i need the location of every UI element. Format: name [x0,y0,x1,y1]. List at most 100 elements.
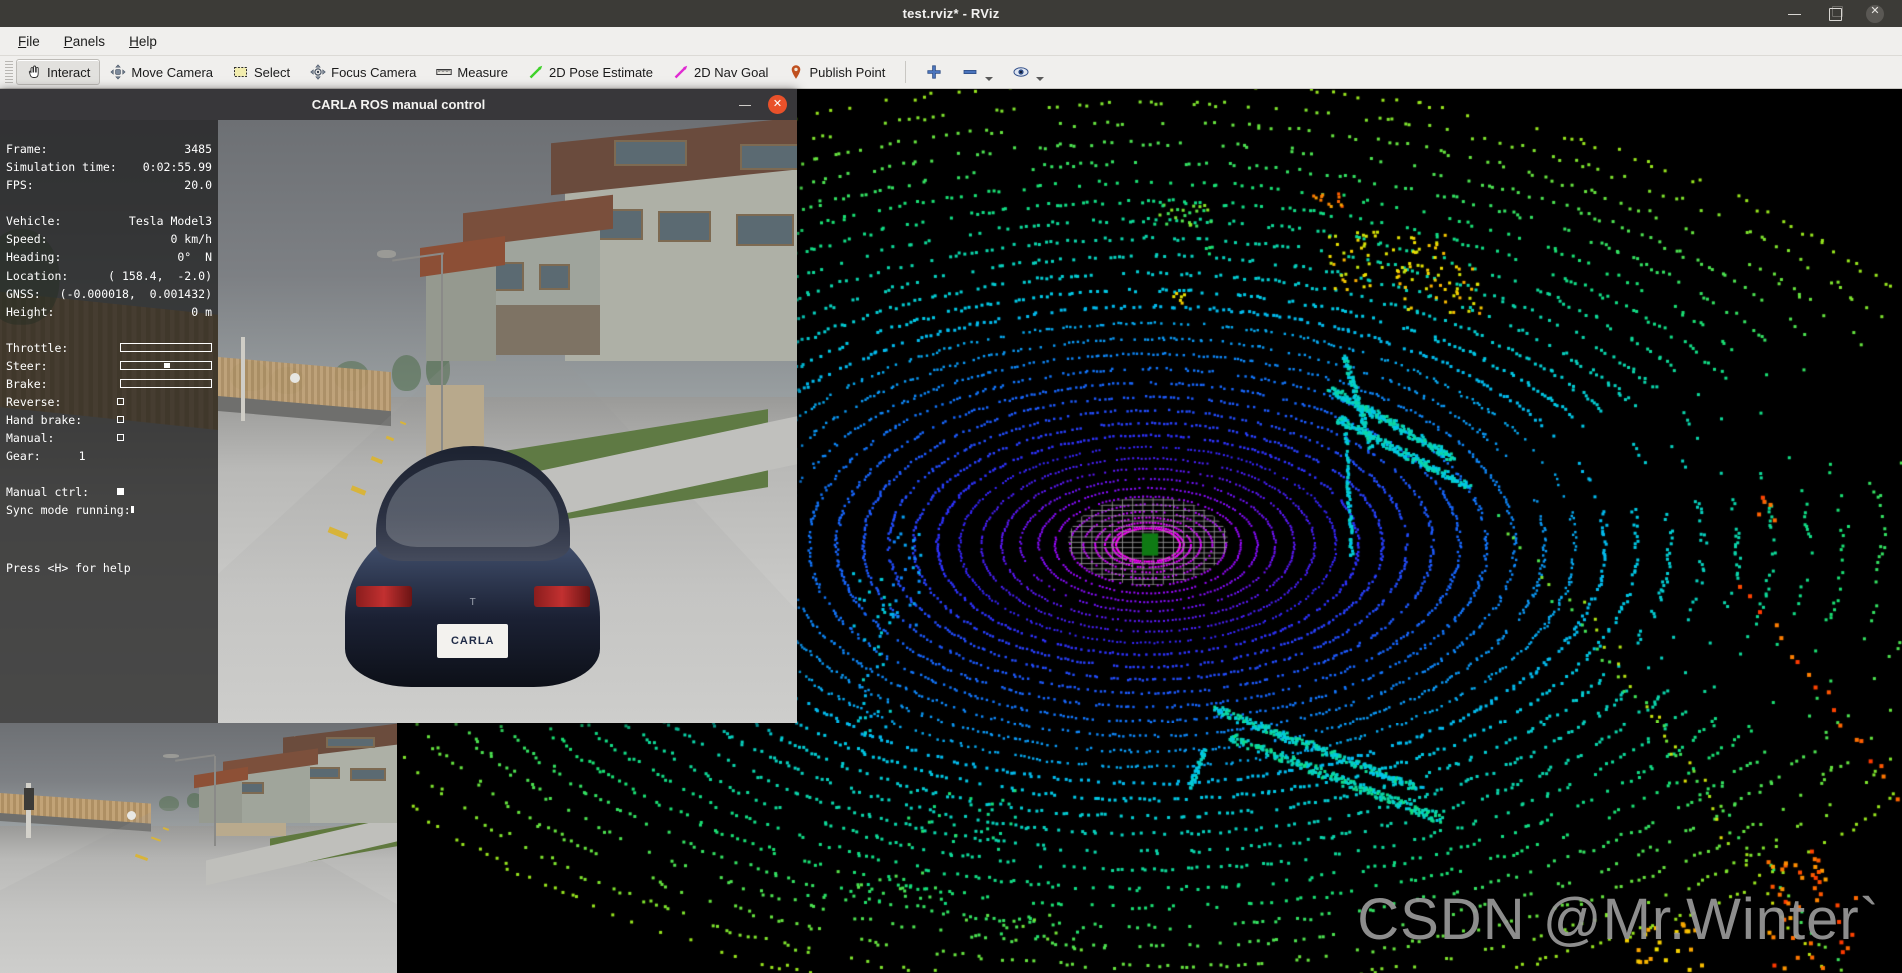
add-display-button[interactable] [916,59,952,85]
secondary-camera-view [0,723,397,973]
scene-window [538,263,570,291]
scene-window-upper [740,144,797,171]
chevron-down-icon[interactable] [985,77,994,81]
window-maximize-button[interactable] [1826,5,1844,23]
scene-lamp-post [440,252,443,458]
carla-scene-secondary [0,723,397,973]
carla-minimize-button[interactable] [738,98,752,112]
hud-key: Speed: [6,232,48,247]
hud-key: Gear: [6,448,41,463]
throttle-bar [120,343,212,353]
hud-value: 20.0 [184,178,212,193]
tool-move-camera[interactable]: Move Camera [100,59,223,85]
scene-house-near [550,120,797,362]
hud-spacer [6,321,218,339]
chevron-down-icon-2[interactable] [1036,77,1045,81]
hud-key: Frame: [6,142,48,156]
carla-window-titlebar: CARLA ROS manual control [0,89,797,120]
scene-sign-post [241,337,246,422]
hud-bar-throttle: Throttle: [6,339,212,357]
menu-help[interactable]: Help [119,31,167,52]
hud-row: Vehicle: Tesla Model3 [6,212,212,230]
handbrake-checkbox [117,416,124,424]
hud-row: Heading: 0° N [6,248,212,266]
tool-publish-point-label: Publish Point [809,64,886,80]
visibility-button[interactable] [1003,59,1054,85]
hud-row: Speed: 0 km/h [6,230,212,248]
hud-key: Vehicle: [6,214,62,229]
minus-icon [962,64,978,80]
menu-panels[interactable]: Panels [54,31,115,52]
page-title: test.rviz* - RViz [902,6,1000,21]
hud-value: 1 [78,448,86,463]
hud-value: 3485 [184,142,212,156]
hud-bar-brake: Brake: [6,375,212,393]
window-close-button[interactable] [1866,4,1884,23]
hud-key: Heading: [6,250,62,265]
hud-row: GNSS: (-0.000018, 0.001432) [6,285,212,303]
tool-interact-label: Interact [47,64,91,80]
hud-row: FPS: 20.0 [6,176,212,194]
scene-round-sign-2 [127,810,137,820]
hud-row: Location: ( 158.4, -2.0) [6,267,212,285]
tool-2d-nav-goal[interactable]: 2D Nav Goal [663,59,778,85]
hud-check-manual: Manual: [6,429,212,447]
tool-focus-camera[interactable]: Focus Camera [300,59,426,85]
hud-value: 0 m [191,304,212,319]
hud-check-reverse: Reverse: [6,393,212,411]
hud-value: 0° N [177,250,212,265]
remove-display-button[interactable] [952,59,1003,85]
tool-publish-point[interactable]: Publish Point [778,59,895,85]
toolbar-separator [905,61,907,83]
ruler-icon [436,64,453,80]
hud-key: Steer: [6,358,48,373]
hud-key: Height: [6,304,55,319]
menu-panels-label: anels [72,33,106,49]
tool-2d-nav-goal-label: 2D Nav Goal [694,64,769,80]
scene-window [657,211,712,242]
hud-check-sync-mode: Sync mode running: [6,501,212,519]
hud-check-manual-ctrl: Manual ctrl: [6,483,212,501]
toolbar: Interact Move Camera Select Focus Camera… [0,56,1902,89]
carla-window-body: T CARLA Frame: 3485 Simulation time: 0:0… [0,120,797,723]
hud-bar-steer: Steer: [6,357,212,375]
tool-measure[interactable]: Measure [426,59,518,85]
hud-row: Height: 0 m [6,303,212,321]
hud-key: Hand brake: [6,412,83,427]
plus-icon [926,64,942,80]
carla-hud-panel: Frame: 3485 Simulation time: 0:02:55.99 … [0,120,218,723]
scene-window-upper-2 [326,737,375,748]
tool-interact[interactable]: Interact [16,59,101,85]
tool-move-camera-label: Move Camera [131,64,213,80]
select-rectangle-icon [233,64,249,80]
hud-spacer [6,194,218,212]
tool-2d-pose-estimate[interactable]: 2D Pose Estimate [518,59,663,85]
toolbar-drag-handle[interactable] [5,61,13,83]
hud-key: Reverse: [6,394,62,409]
menu-help-label: elp [138,33,157,49]
tool-select[interactable]: Select [223,59,300,85]
hud-help-text: Press <H> for help [6,560,131,575]
hud-value: 0:02:55.99 [142,160,212,175]
hud-row: Simulation time: 0:02:55.99 [6,158,212,176]
scene-lamp-head [377,249,396,259]
window-controls [1786,0,1896,27]
menubar: File Panels Help [0,27,1902,56]
move-camera-icon [110,64,126,80]
ego-vehicle-tesla: T CARLA [345,445,601,687]
hud-value: Tesla Model3 [128,214,212,229]
tool-focus-camera-label: Focus Camera [331,64,417,80]
carla-manual-control-window[interactable]: CARLA ROS manual control ✕ T CARLA Frame… [0,89,797,723]
hud-key: Brake: [6,376,48,391]
hud-check-handbrake: Hand brake: [6,411,212,429]
watermark-text: CSDN @Mr.Winter` [1357,887,1880,952]
scene-tree [391,355,421,392]
hud-key: Manual ctrl: [6,484,90,499]
menu-file[interactable]: File [8,31,50,52]
hud-value: (-0.000018, 0.001432) [59,286,212,301]
hud-row: Frame: 3485 [6,140,212,158]
carla-window-title: CARLA ROS manual control [311,97,486,112]
steer-bar [120,361,212,371]
carla-close-button[interactable] [768,95,787,114]
window-minimize-button[interactable] [1786,5,1804,23]
